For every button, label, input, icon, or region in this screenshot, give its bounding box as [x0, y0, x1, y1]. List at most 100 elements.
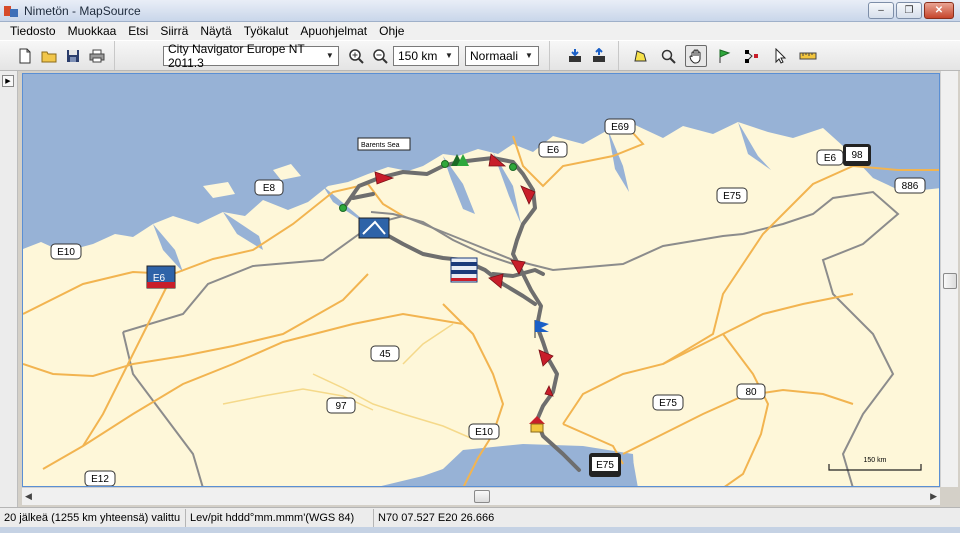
map-view[interactable]: Barents Sea E69 E6 E6 98 886 E8 E75 E10 …: [22, 73, 940, 487]
waypoint-tool-button[interactable]: [713, 45, 735, 67]
menu-edit[interactable]: Muokkaa: [62, 24, 123, 38]
receive-from-device-icon: [569, 48, 581, 62]
zoom-tool-icon: [661, 49, 676, 64]
printer-icon: [89, 49, 105, 62]
sea-label: Barents Sea: [361, 142, 400, 149]
open-folder-icon: [41, 51, 57, 62]
chevron-right-icon: ▶: [5, 78, 11, 85]
new-document-icon: [19, 48, 31, 63]
road-shield-label: 886: [902, 181, 919, 192]
maximize-button[interactable]: ❐: [896, 2, 922, 19]
road-shield-label: E6: [153, 273, 166, 284]
file-toolbar-group: [8, 41, 115, 70]
zoom-level-select[interactable]: 150 km ▼: [393, 45, 459, 66]
vertical-scroll-thumb[interactable]: [943, 273, 957, 289]
minimize-button[interactable]: –: [868, 2, 894, 19]
close-button[interactable]: ✕: [924, 2, 954, 19]
arrow-pointer-icon: [775, 47, 787, 64]
menu-help[interactable]: Ohje: [373, 24, 410, 38]
road-shield: E10: [50, 243, 82, 260]
send-to-device-button[interactable]: [588, 45, 610, 67]
hand-pan-icon: [689, 49, 701, 63]
status-bar: 20 jälkeä (1255 km yhteensä) valittu Lev…: [0, 507, 960, 527]
window-title: Nimetön - MapSource: [24, 3, 141, 18]
road-shield: E75: [716, 187, 748, 204]
road-shield-label: E75: [723, 191, 741, 202]
device-transfer-group: [550, 41, 619, 70]
road-shield-label: 80: [745, 387, 757, 398]
taskbar-strip: [0, 527, 960, 533]
detail-level-value: Normaali: [470, 48, 519, 63]
road-shield: E12: [84, 470, 116, 486]
save-button[interactable]: [62, 45, 84, 67]
scale-label: 150 km: [864, 457, 887, 464]
road-shield-label: E75: [596, 460, 614, 471]
horizontal-scrollbar[interactable]: ◀ ▶: [22, 487, 940, 505]
route-tool-icon: [745, 49, 758, 63]
mapsource-window: Nimetön - MapSource – ❐ ✕ Tiedosto Muokk…: [0, 0, 960, 533]
trackpoint-icon: [339, 204, 347, 212]
road-shield: E6: [153, 273, 166, 284]
road-shield: E75: [652, 394, 684, 411]
scroll-left-icon[interactable]: ◀: [25, 491, 32, 502]
menu-view[interactable]: Näytä: [194, 24, 237, 38]
print-button[interactable]: [86, 45, 108, 67]
expand-pane-button[interactable]: ▶: [2, 75, 14, 87]
zoom-out-button[interactable]: [369, 45, 391, 67]
road-shield: E75: [589, 453, 621, 477]
map-selection-icon: [634, 49, 647, 61]
menu-bar: Tiedosto Muokkaa Etsi Siirrä Näytä Työka…: [0, 22, 960, 40]
road-shield-label: E6: [824, 153, 837, 164]
map-product-select[interactable]: City Navigator Europe NT 2011.3 ▼: [163, 42, 339, 70]
save-disk-icon: [67, 49, 79, 62]
chevron-down-icon: ▼: [445, 51, 453, 60]
restore-icon: ❐: [904, 5, 914, 16]
cursor-coordinates: N70 07.527 E20 26.666: [378, 511, 495, 524]
hand-tool-button[interactable]: [685, 44, 707, 67]
scroll-right-icon[interactable]: ▶: [930, 491, 937, 502]
road-shield: 45: [370, 345, 400, 362]
open-button[interactable]: [38, 45, 60, 67]
select-tool-button[interactable]: [769, 45, 791, 67]
vertical-scrollbar[interactable]: [940, 71, 958, 487]
map-select-tool-button[interactable]: [629, 45, 651, 67]
new-button[interactable]: [14, 45, 36, 67]
menu-utilities[interactable]: Apuohjelmat: [294, 24, 373, 38]
zoom-tool-button[interactable]: [657, 45, 679, 67]
chevron-down-icon: ▼: [525, 51, 533, 60]
road-shield-label: 97: [335, 401, 347, 412]
road-shield: 98: [843, 144, 871, 166]
road-shield-label: E8: [263, 183, 276, 194]
menu-file[interactable]: Tiedosto: [4, 24, 62, 38]
road-shield-label: E10: [57, 247, 75, 258]
zoom-in-button[interactable]: [345, 45, 367, 67]
road-shield: E10: [468, 423, 500, 440]
route-tool-button[interactable]: [741, 45, 763, 67]
position-format-status: Lev/pit hddd°mm.mmm'(WGS 84): [186, 508, 374, 527]
receive-from-device-button[interactable]: [564, 45, 586, 67]
trackpoint-icon: [441, 160, 449, 168]
road-shield-label: E10: [475, 427, 493, 438]
road-shield-label: E69: [611, 122, 629, 133]
detail-level-select[interactable]: Normaali ▼: [465, 45, 539, 66]
mapsource-app-icon: [4, 4, 18, 18]
map-select-group: City Navigator Europe NT 2011.3 ▼ 150 km…: [115, 41, 550, 70]
map-canvas[interactable]: Barents Sea E69 E6 E6 98 886 E8 E75 E10 …: [23, 74, 940, 487]
menu-tools[interactable]: Työkalut: [238, 24, 295, 38]
ruler-icon: [799, 52, 817, 59]
road-shield: E6: [816, 149, 844, 166]
chevron-down-icon: ▼: [325, 51, 334, 60]
map-tools-group: [619, 41, 825, 70]
road-shield: 886: [894, 177, 926, 194]
road-shield: E8: [254, 179, 284, 196]
zoom-in-icon: [349, 48, 364, 64]
toolbar: City Navigator Europe NT 2011.3 ▼ 150 km…: [0, 40, 960, 71]
horizontal-scroll-thumb[interactable]: [474, 490, 490, 503]
ferry-icon: [450, 257, 478, 283]
road-shield: E69: [604, 118, 636, 135]
menu-find[interactable]: Etsi: [122, 24, 154, 38]
road-shield-label: 45: [379, 349, 391, 360]
send-to-device-icon: [593, 47, 605, 62]
measure-tool-button[interactable]: [797, 45, 819, 67]
menu-transfer[interactable]: Siirrä: [154, 24, 194, 38]
